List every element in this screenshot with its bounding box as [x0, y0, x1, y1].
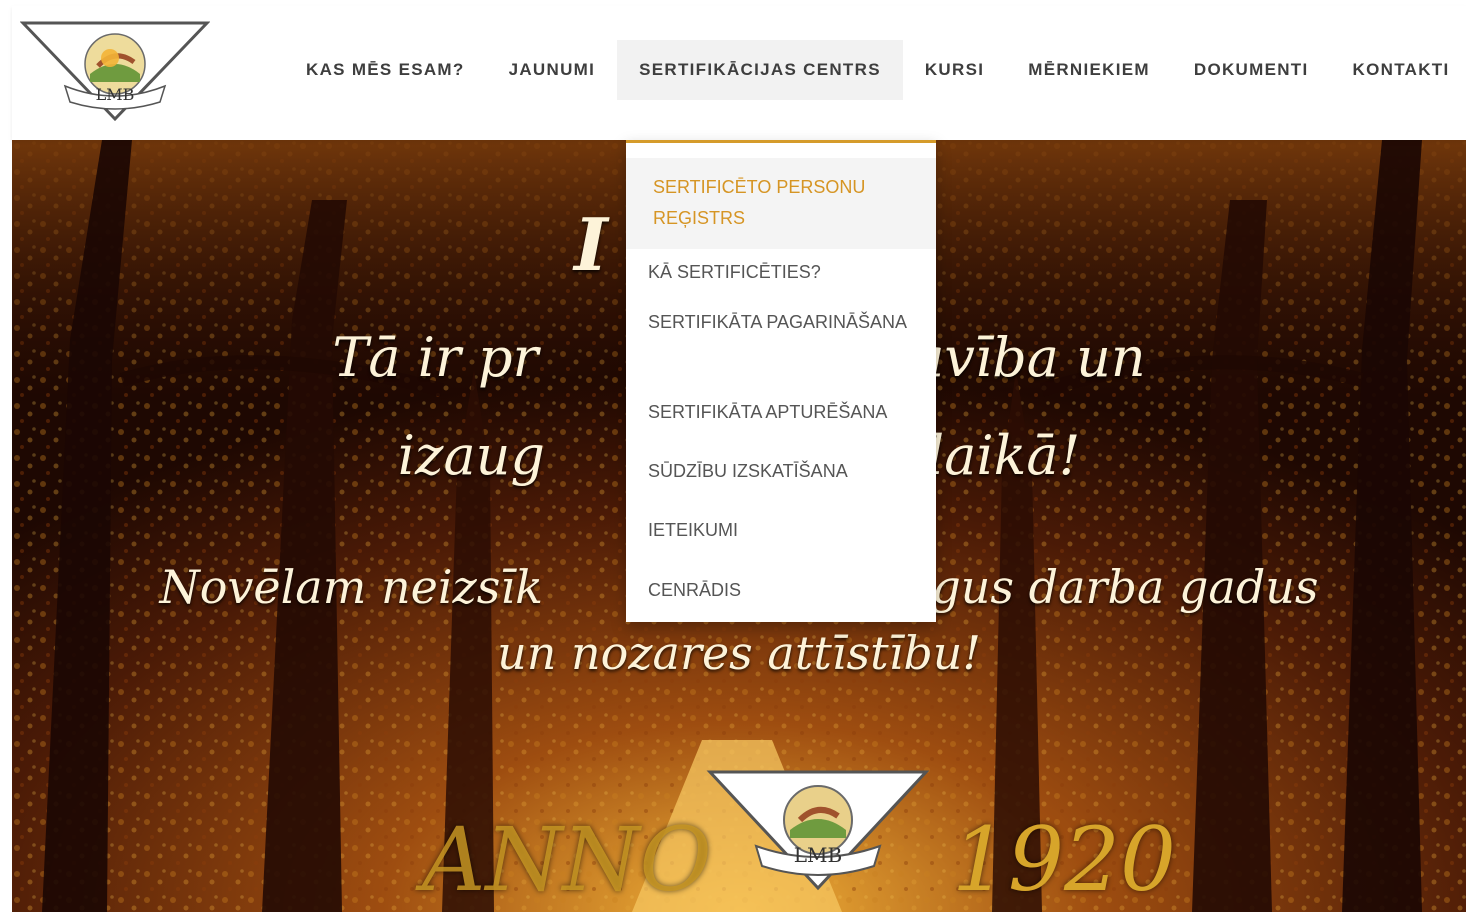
dropdown-item-ieteikumi[interactable]: IETEIKUMI [626, 515, 936, 546]
dropdown-item-cenradis[interactable]: CENRĀDIS [626, 575, 936, 606]
dropdown-item-sertificeto-personu-registrs[interactable]: SERTIFICĒTO PERSONU REĢISTRS [626, 158, 936, 249]
hero-line-2-left: izaug [397, 424, 545, 487]
page: IDI Tā ir prātavība un izaugu laikā! Nov… [0, 0, 1466, 912]
sertifikacijas-dropdown-menu: SERTIFICĒTO PERSONU REĢISTRS KĀ SERTIFIC… [626, 140, 936, 622]
hero-lmb-emblem: LMB [706, 770, 930, 891]
dropdown-item-sudzibu-izskatisana[interactable]: SŪDZĪBU IZSKATĪŠANA [626, 456, 936, 487]
nav-sertifikacijas-centrs[interactable]: SERTIFIKĀCIJAS CENTRS [617, 40, 903, 100]
hero-line-1-left: Tā ir pr [332, 326, 539, 389]
site-header: LMB KAS MĒS ESAM? JAUNUMI SERTIFIKĀCIJAS… [12, 6, 1466, 140]
main-nav: KAS MĒS ESAM? JAUNUMI SERTIFIKĀCIJAS CEN… [284, 40, 1466, 100]
hero-line-4: un nozares attīstību! [497, 626, 981, 680]
dropdown-item-ka-sertificeties[interactable]: KĀ SERTIFICĒTIES? [626, 249, 936, 299]
left-gutter [0, 0, 12, 912]
logo-text: LMB [96, 85, 135, 104]
dropdown-item-sertifikata-pagarinasana[interactable]: SERTIFIKĀTA PAGARINĀŠANA [626, 307, 936, 369]
nav-jaunumi[interactable]: JAUNUMI [487, 40, 618, 100]
hero-title-left: I [574, 202, 608, 287]
nav-dokumenti[interactable]: DOKUMENTI [1172, 40, 1331, 100]
year-text: 1920 [952, 808, 1176, 911]
hero-emblem-text: LMB [794, 843, 842, 867]
dropdown-item-sertifikata-apturesana[interactable]: SERTIFIKĀTA APTURĒŠANA [626, 397, 936, 428]
nav-kontakti[interactable]: KONTAKTI [1331, 40, 1466, 100]
lmb-logo[interactable]: LMB [20, 20, 210, 122]
hero-line-3-left: Novēlam neizsīk [159, 560, 543, 614]
anno-text: ANNO [422, 808, 712, 911]
nav-kursi[interactable]: KURSI [903, 40, 1006, 100]
nav-kas-mes-esam[interactable]: KAS MĒS ESAM? [284, 40, 487, 100]
nav-merniekiem[interactable]: MĒRNIEKIEM [1006, 40, 1172, 100]
